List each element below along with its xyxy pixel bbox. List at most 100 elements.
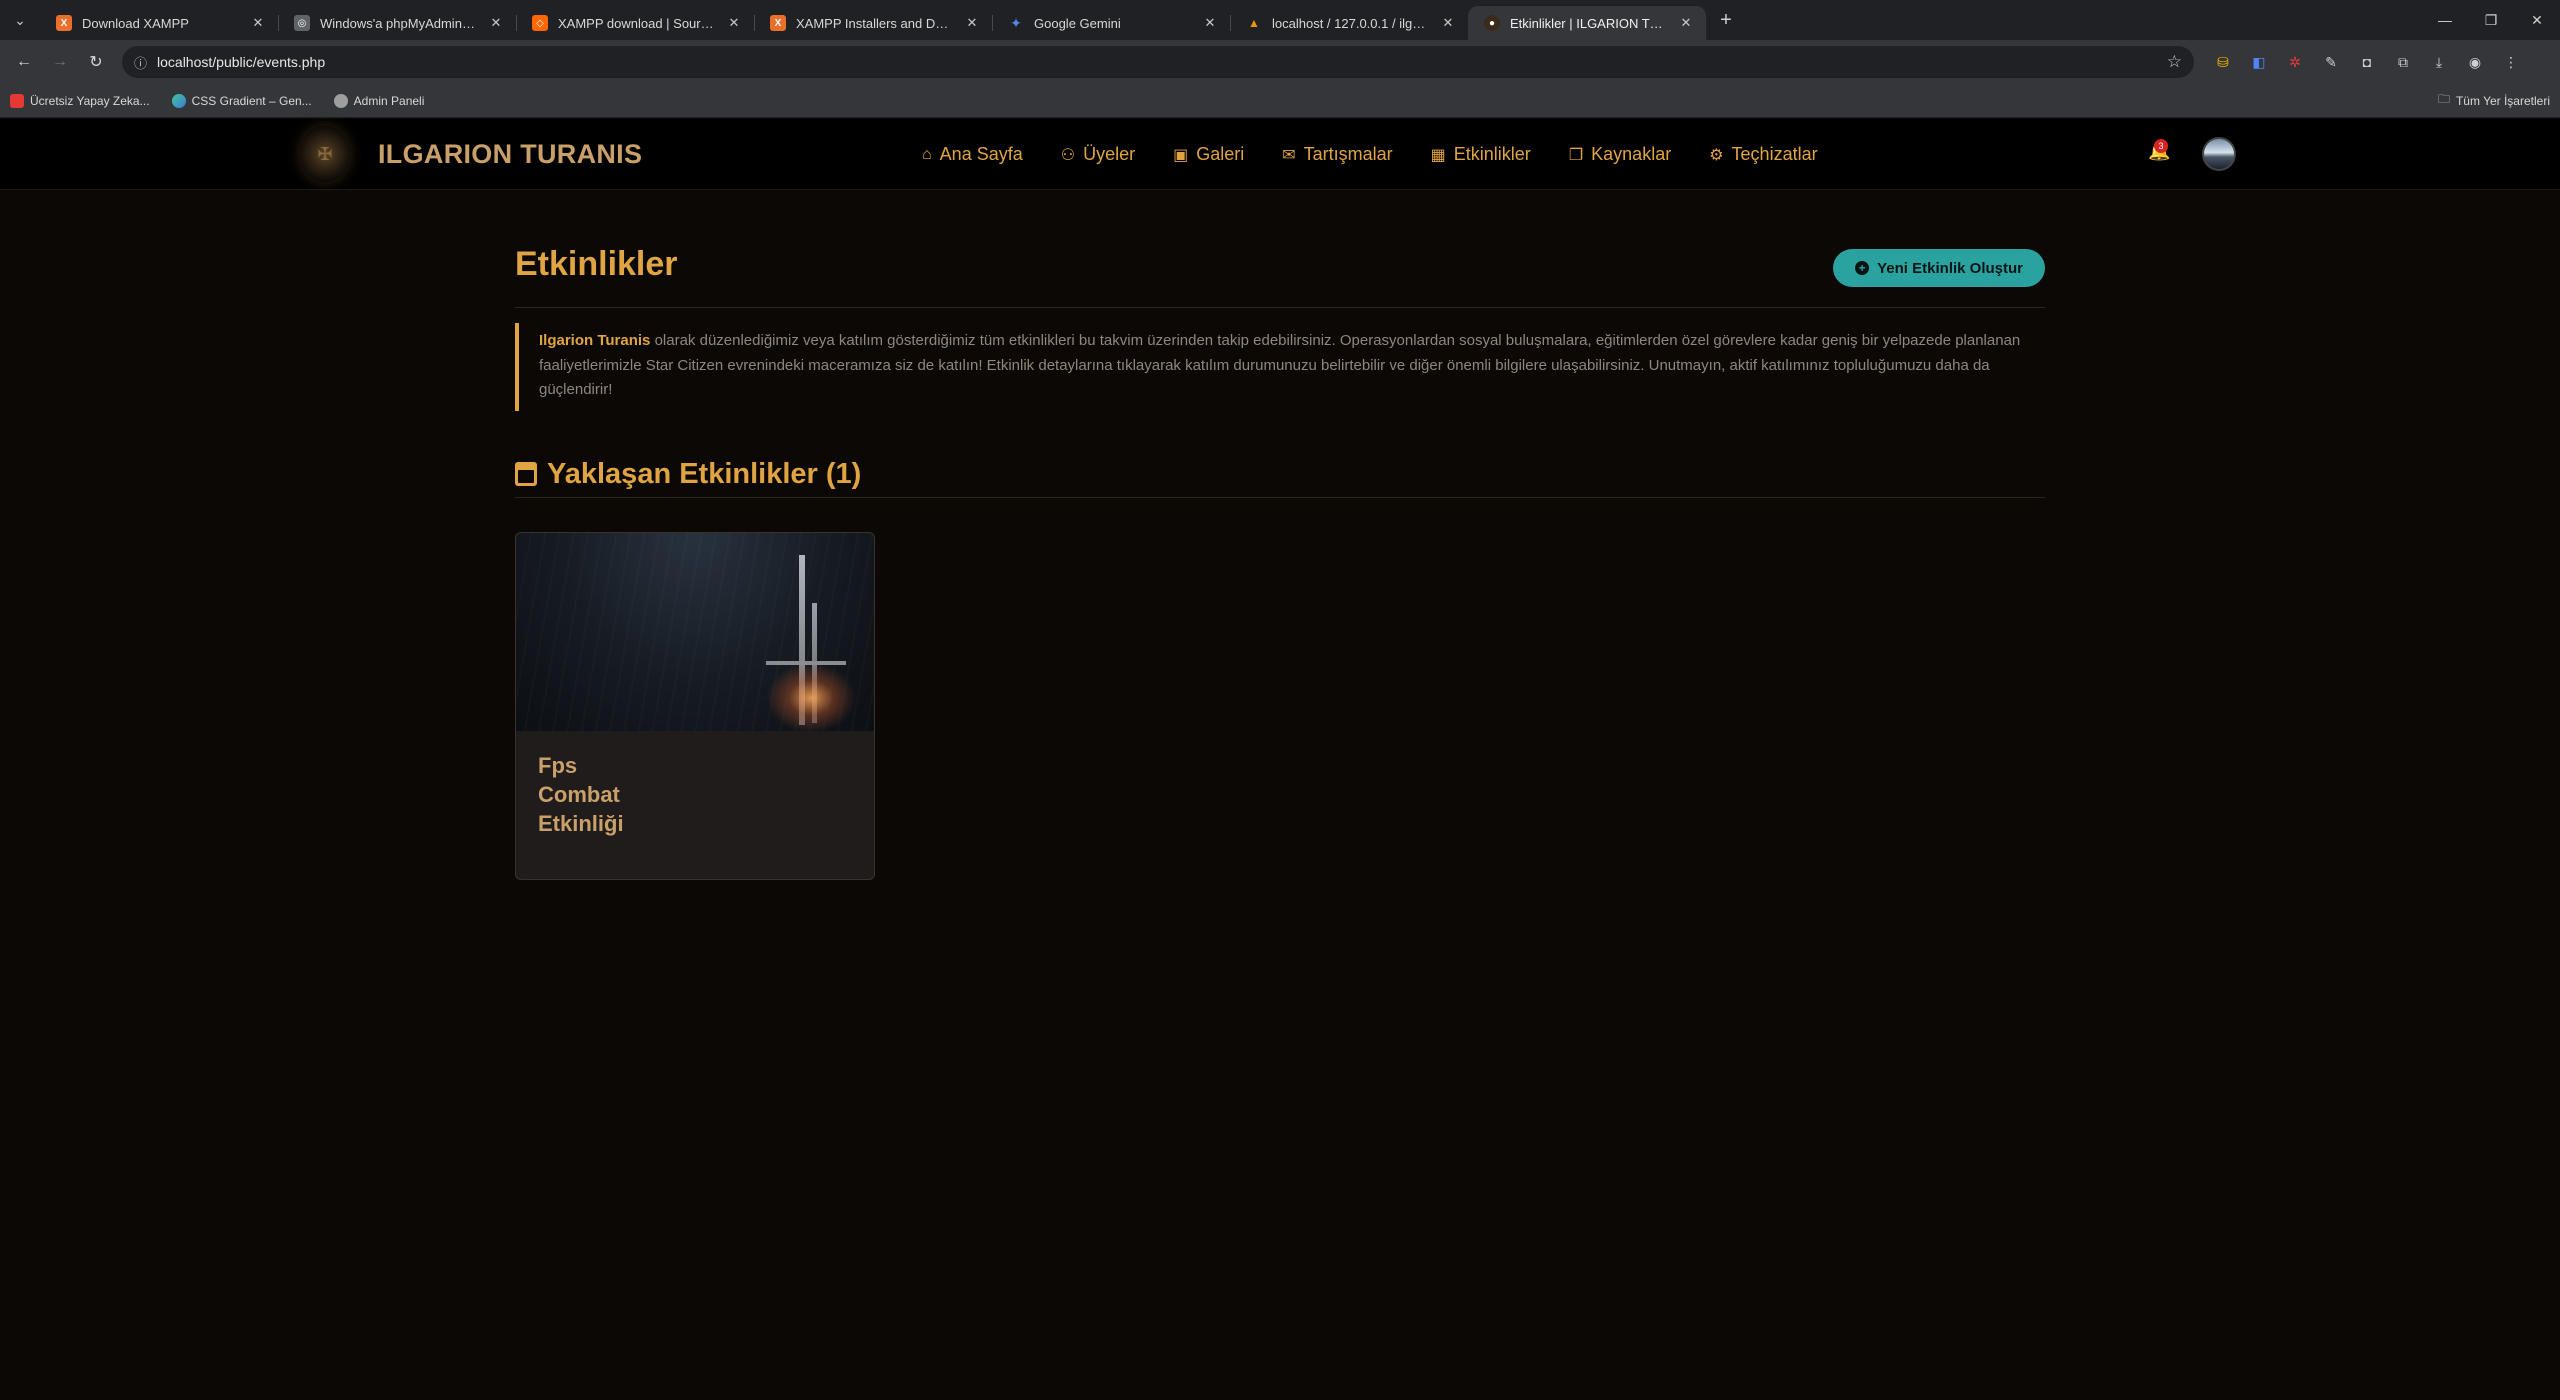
url-text[interactable]: localhost/public/events.php <box>157 54 2157 70</box>
nav-label: Etkinlikler <box>1453 144 1531 164</box>
restore-icon[interactable]: ❐ <box>2468 0 2514 40</box>
browser-tab[interactable]: X XAMPP Installers and Downloads ✕ <box>754 6 992 40</box>
close-icon[interactable]: ✕ <box>250 15 266 31</box>
all-bookmarks-label: Tüm Yer İşaretleri <box>2455 93 2550 108</box>
nav-item-discussions[interactable]: ✉ Tartışmalar <box>1282 144 1392 165</box>
tab-title: Google Gemini <box>1034 15 1121 31</box>
close-icon[interactable]: ✕ <box>1202 15 1218 31</box>
guild-logo: ✠ <box>300 126 350 182</box>
xampp-favicon-icon: X <box>56 15 72 31</box>
bookmark-item[interactable]: CSS Gradient – Gen... <box>171 93 312 108</box>
reload-icon[interactable]: ↻ <box>80 46 112 78</box>
browser-tab-active[interactable]: ● Etkinlikler | ILGARION TURANIS ✕ <box>1468 6 1706 40</box>
upcoming-events-header: Yaklaşan Etkinlikler (1) <box>515 454 2045 498</box>
plus-circle-icon: + <box>1855 261 1870 275</box>
close-icon[interactable]: ✕ <box>488 15 504 31</box>
globe-favicon-icon: ◎ <box>294 15 310 31</box>
user-avatar[interactable] <box>2202 137 2236 171</box>
nav-label: Tartışmalar <box>1303 144 1393 164</box>
create-event-label: Yeni Etkinlik Oluştur <box>1877 259 2023 277</box>
new-tab-icon[interactable]: + <box>1710 9 1742 32</box>
xampp-favicon-icon: X <box>770 15 786 31</box>
nav-label: Kaynaklar <box>1591 144 1672 164</box>
tab-search-icon[interactable]: ⌄ <box>0 0 40 40</box>
nav-item-members[interactable]: ⚇ Üyeler <box>1061 144 1135 165</box>
site-favicon-icon: ● <box>1484 15 1500 31</box>
youtube-icon <box>10 93 24 108</box>
tab-title: Etkinlikler | ILGARION TURANIS <box>1510 15 1668 31</box>
bookmark-item[interactable]: Admin Paneli <box>333 93 425 108</box>
site-header: ✠ ILGARION TURANIS ⌂ Ana Sayfa ⚇ Üyeler … <box>0 119 2560 190</box>
browser-tab[interactable]: ◇ XAMPP download | SourceForge ✕ <box>516 6 754 40</box>
nav-label: Galeri <box>1196 144 1245 164</box>
gradient-icon <box>171 93 186 108</box>
extension-icon[interactable]: ◘ <box>2352 47 2382 77</box>
browser-tab[interactable]: ✦ Google Gemini ✕ <box>992 6 1230 40</box>
home-icon: ⌂ <box>922 145 932 163</box>
tab-title: XAMPP Installers and Downloads <box>796 15 954 31</box>
tab-title: localhost / 127.0.0.1 / ilgarion_t <box>1272 15 1430 31</box>
menu-kebab-icon[interactable]: ⋮ <box>2496 47 2526 77</box>
close-icon[interactable]: ✕ <box>964 15 980 31</box>
intro-paragraph: Ilgarion Turanis olarak düzenlediğimiz v… <box>515 323 2045 411</box>
nav-item-events[interactable]: ▦ Etkinlikler <box>1431 144 1531 165</box>
browser-tab[interactable]: ▲ localhost / 127.0.0.1 / ilgarion_t ✕ <box>1230 6 1468 40</box>
intro-text: olarak düzenlediğimiz veya katılım göste… <box>539 332 2021 398</box>
event-card[interactable]: Fps Combat Etkinliği <box>515 532 875 880</box>
browser-tab[interactable]: ◎ Windows'a phpMyAdmin Kurul ✕ <box>278 6 516 40</box>
nav-item-gallery[interactable]: ▣ Galeri <box>1173 144 1244 165</box>
main-nav: ⌂ Ana Sayfa ⚇ Üyeler ▣ Galeri ✉ Tartışma… <box>922 119 1818 190</box>
bookmarks-bar: Ücretsiz Yapay Zeka... CSS Gradient – Ge… <box>0 84 2560 118</box>
window-controls: — ❐ ✕ <box>2422 0 2560 40</box>
notification-count-badge: 3 <box>2154 139 2168 153</box>
users-icon: ⚇ <box>1060 146 1076 164</box>
images-icon: ▣ <box>1173 146 1189 164</box>
section-title: Yaklaşan Etkinlikler (1) <box>547 458 862 490</box>
forward-icon[interactable]: → <box>44 46 76 78</box>
nav-item-equipment[interactable]: ⚙ Teçhizatlar <box>1709 144 1817 165</box>
browser-tab[interactable]: X Download XAMPP ✕ <box>40 6 278 40</box>
intro-highlight: Ilgarion Turanis <box>539 332 651 349</box>
eyedropper-icon[interactable]: ✎ <box>2316 47 2346 77</box>
event-title: Fps Combat Etkinliği <box>538 753 624 836</box>
nav-label: Ana Sayfa <box>939 144 1023 164</box>
close-icon[interactable]: ✕ <box>1440 15 1456 31</box>
book-open-icon: ❒ <box>1568 146 1584 164</box>
tab-title: XAMPP download | SourceForge <box>558 15 716 31</box>
puzzle-icon[interactable]: ⧉ <box>2388 47 2418 77</box>
sourceforge-favicon-icon: ◇ <box>532 15 548 31</box>
brand-link[interactable]: ✠ ILGARION TURANIS <box>300 126 642 182</box>
page-title: Etkinlikler <box>515 245 678 283</box>
extension-icon[interactable]: ◧ <box>2244 47 2274 77</box>
events-page: Etkinlikler + Yeni Etkinlik Oluştur Ilga… <box>515 190 2045 880</box>
back-icon[interactable]: ← <box>8 46 40 78</box>
page-header: Etkinlikler + Yeni Etkinlik Oluştur <box>515 190 2045 308</box>
download-icon[interactable]: ⤓ <box>2424 47 2454 77</box>
profile-icon[interactable]: ◉ <box>2460 47 2490 77</box>
extension-icon[interactable]: ⛁ <box>2208 47 2238 77</box>
gemini-favicon-icon: ✦ <box>1010 14 1022 31</box>
event-cover-image <box>516 533 874 731</box>
phpmyadmin-favicon-icon: ▲ <box>1248 16 1260 30</box>
close-window-icon[interactable]: ✕ <box>2514 0 2560 40</box>
calendar-icon: ▦ <box>1430 146 1446 164</box>
close-icon[interactable]: ✕ <box>726 15 742 31</box>
bookmark-star-icon[interactable]: ☆ <box>2167 52 2182 72</box>
extension-icon[interactable]: ✲ <box>2280 47 2310 77</box>
nav-item-home[interactable]: ⌂ Ana Sayfa <box>922 144 1023 165</box>
bookmark-label: Admin Paneli <box>353 93 425 108</box>
browser-toolbar: ← → ↻ ⓘ localhost/public/events.php ☆ ⛁ … <box>0 40 2560 84</box>
bookmark-item[interactable]: Ücretsiz Yapay Zeka... <box>10 93 150 108</box>
nav-label: Teçhizatlar <box>1731 144 1818 164</box>
brand-name: ILGARION TURANIS <box>378 138 643 169</box>
address-bar[interactable]: ⓘ localhost/public/events.php ☆ <box>122 46 2194 78</box>
browser-tab-bar: ⌄ X Download XAMPP ✕ ◎ Windows'a phpMyAd… <box>0 0 2560 40</box>
create-event-button[interactable]: + Yeni Etkinlik Oluştur <box>1833 249 2045 287</box>
nav-item-resources[interactable]: ❒ Kaynaklar <box>1569 144 1671 165</box>
calendar-icon <box>515 462 537 486</box>
minimize-icon[interactable]: — <box>2422 0 2468 40</box>
extensions-row: ⛁ ◧ ✲ ✎ ◘ ⧉ ⤓ ◉ ⋮ <box>2208 47 2526 77</box>
site-info-icon[interactable]: ⓘ <box>134 53 147 72</box>
all-bookmarks[interactable]: 🗀 Tüm Yer İşaretleri <box>2438 90 2550 111</box>
close-icon[interactable]: ✕ <box>1678 15 1694 31</box>
